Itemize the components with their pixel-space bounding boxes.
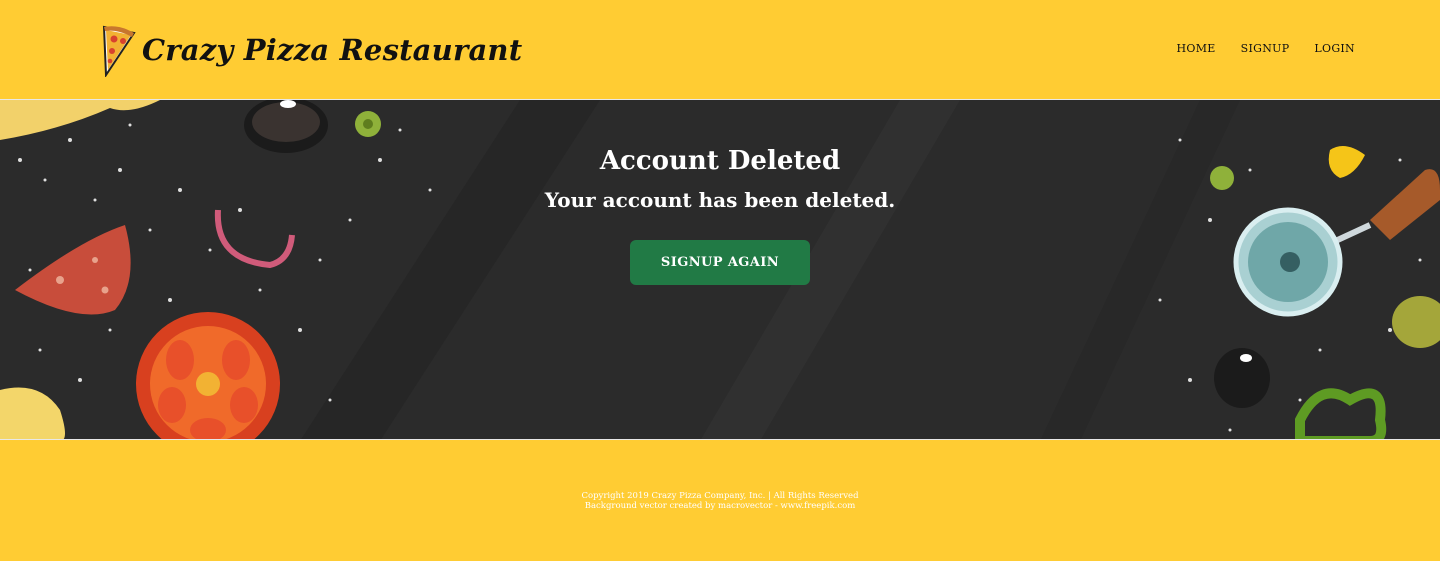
copyright-text: Copyright 2019 Crazy Pizza Company, Inc.… bbox=[581, 491, 859, 501]
nav-login-link[interactable]: LOGIN bbox=[1314, 42, 1355, 55]
nav-signup-link[interactable]: SIGNUP bbox=[1241, 42, 1290, 55]
nav-home-link[interactable]: HOME bbox=[1177, 42, 1216, 55]
site-header: Crazy Pizza Restaurant HOME SIGNUP LOGIN bbox=[0, 0, 1440, 99]
page-title: Account Deleted bbox=[599, 146, 841, 176]
main-nav: HOME SIGNUP LOGIN bbox=[1177, 42, 1355, 55]
brand-title: Crazy Pizza Restaurant bbox=[142, 33, 523, 67]
signup-again-button[interactable]: SIGNUP AGAIN bbox=[630, 240, 810, 285]
brand[interactable]: Crazy Pizza Restaurant bbox=[94, 22, 522, 78]
status-message: Your account has been deleted. bbox=[544, 188, 896, 212]
background-credit-text: Background vector created by macrovector… bbox=[584, 501, 856, 511]
pizza-slice-icon bbox=[102, 25, 136, 77]
site-footer: Copyright 2019 Crazy Pizza Company, Inc.… bbox=[0, 440, 1440, 561]
hero-banner: Account Deleted Your account has been de… bbox=[0, 99, 1440, 440]
